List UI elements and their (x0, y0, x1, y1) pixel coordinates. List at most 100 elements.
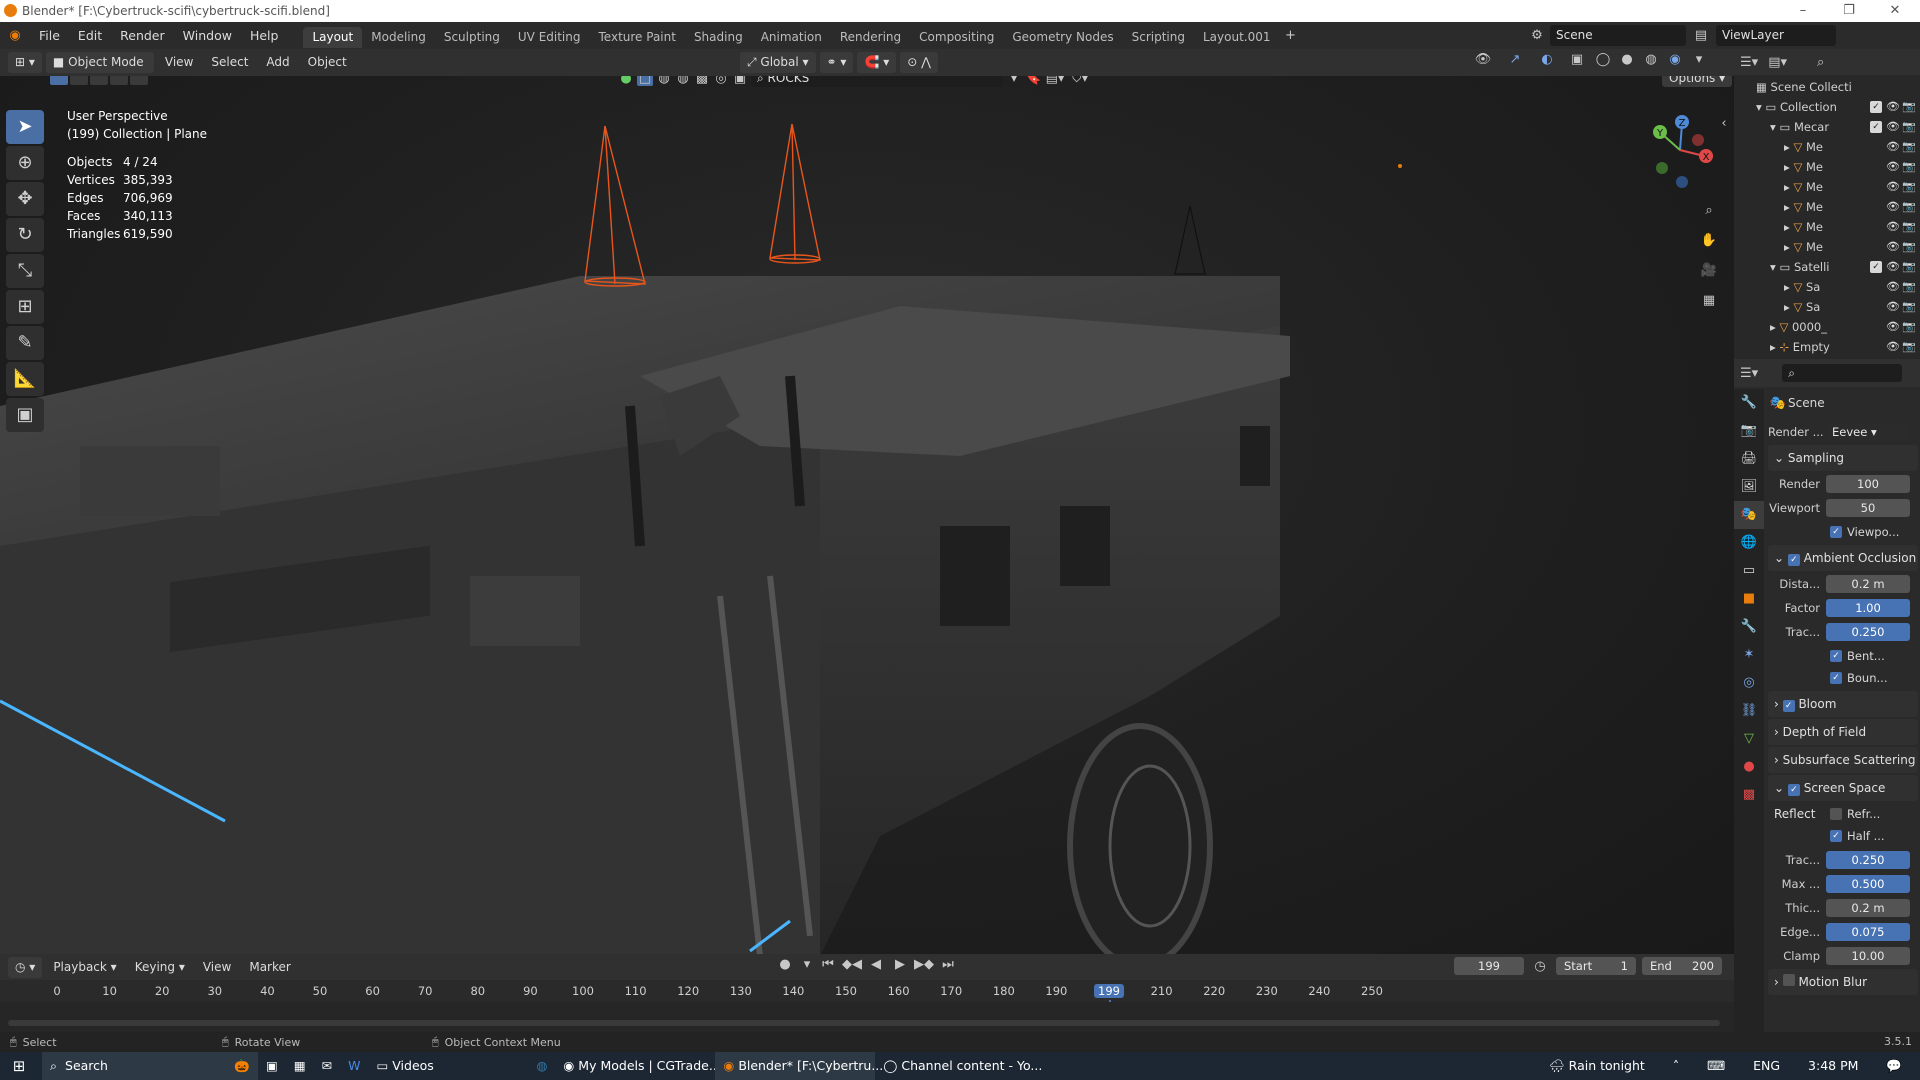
texture-tab-icon[interactable]: ▩ (1734, 781, 1764, 809)
outliner-item[interactable]: ▸ ▽ 0000_ 👁 📷 (1734, 317, 1920, 337)
constraints-tab-icon[interactable]: ⛓ (1734, 697, 1764, 725)
ssr-clamp-field[interactable]: 10.00 (1826, 947, 1910, 965)
taskbar-app-blender[interactable]: ◉ Blender* [F:\Cybertru... (715, 1052, 883, 1080)
select-extend-icon[interactable] (70, 76, 88, 85)
motion-blur-checkbox[interactable] (1782, 974, 1795, 986)
ao-factor-field[interactable]: 1.00 (1826, 599, 1910, 617)
tab-texture-paint[interactable]: Texture Paint (590, 27, 685, 48)
measure-tool-icon[interactable]: 📐 (6, 362, 44, 396)
close-window-button[interactable]: ✕ (1872, 0, 1918, 22)
language-indicator[interactable]: ENG (1745, 1052, 1788, 1080)
render-camera-icon[interactable]: 📷 (1902, 97, 1916, 117)
render-camera-icon[interactable]: 📷 (1902, 197, 1916, 217)
render-samples-field[interactable]: 100 (1826, 475, 1910, 493)
select-new-icon[interactable] (50, 76, 68, 85)
snap-toggle[interactable]: 🧲 ▾ (857, 52, 897, 73)
outliner-root[interactable]: ▦ Scene Collecti (1734, 77, 1920, 97)
motion-blur-section-header[interactable]: › Motion Blur (1768, 969, 1918, 995)
ssr-enable-checkbox[interactable]: ✓ (1787, 784, 1800, 796)
tab-uv-editing[interactable]: UV Editing (509, 27, 590, 48)
visibility-eye-icon[interactable]: 👁 (1886, 117, 1900, 137)
taskbar-app-chrome[interactable]: ◉ My Models | CGTrade... (555, 1052, 720, 1080)
render-camera-icon[interactable]: 📷 (1902, 157, 1916, 177)
menu-object[interactable]: Object (301, 52, 354, 73)
camera-view-icon[interactable]: 🎥 (1696, 256, 1722, 286)
visibility-eye-icon[interactable]: 👁 (1886, 257, 1900, 277)
bloom-enable-checkbox[interactable]: ✓ (1782, 700, 1795, 712)
outliner-editor-icon[interactable]: ☰▾ (1740, 55, 1758, 70)
end-frame-field[interactable]: End 200 (1642, 957, 1722, 975)
bloom-section-header[interactable]: › ✓ Bloom (1768, 691, 1918, 717)
select-subtract-icon[interactable] (90, 76, 108, 85)
shading-solid-icon[interactable]: ● (1618, 52, 1636, 67)
outliner-item[interactable]: ▸ ▽ Me 👁 📷 (1734, 237, 1920, 257)
taskbar-app-videos[interactable]: ▭ Videos (368, 1052, 528, 1080)
menu-help[interactable]: Help (241, 22, 288, 49)
shading-options-icon[interactable]: ▾ (1690, 52, 1708, 67)
ao-distance-field[interactable]: 0.2 m (1826, 575, 1910, 593)
outliner-search-icon[interactable]: ⌕ (1817, 55, 1824, 70)
menu-edit[interactable]: Edit (69, 22, 111, 49)
taskbar-search-box[interactable]: ⌕ Search 🎃 (42, 1052, 258, 1080)
keyboard-icon[interactable]: ⌨ (1699, 1052, 1733, 1080)
ortho-toggle-icon[interactable]: ▦ (1696, 286, 1722, 316)
3d-viewport[interactable]: ● □ ◍ ◍ ▩ ◎ ▣ ⌕ ROCKS ▾ 🔖 ▤▾ ⛉▾ Options … (0, 76, 1734, 954)
scene-name-field[interactable]: Scene (1550, 25, 1686, 46)
menu-render[interactable]: Render (111, 22, 174, 49)
ssr-edge-field[interactable]: 0.075 (1826, 923, 1910, 941)
transform-tool-icon[interactable]: ⊞ (6, 290, 44, 324)
tab-animation[interactable]: Animation (752, 27, 831, 48)
ao-enable-checkbox[interactable]: ✓ (1787, 554, 1800, 566)
editor-type-button[interactable]: ⊞ ▾ (8, 52, 42, 73)
tool-tab-icon[interactable]: 🔧 (1734, 389, 1764, 417)
visibility-eye-icon[interactable]: 👁 (1886, 297, 1900, 317)
pivot-dropdown[interactable]: ⚭ ▾ (819, 52, 854, 73)
visibility-eye-icon[interactable]: 👁 (1886, 137, 1900, 157)
play-icon[interactable]: ▶ (890, 957, 910, 972)
particles-tab-icon[interactable]: ✶ (1734, 641, 1764, 669)
render-camera-icon[interactable]: 📷 (1902, 257, 1916, 277)
material-tab-icon[interactable]: ● (1734, 753, 1764, 781)
outliner-item[interactable]: ▸ ⊹ Empty 👁 📷 (1734, 337, 1920, 357)
pan-hand-icon[interactable]: ✋ (1696, 226, 1722, 256)
tab-layout-001[interactable]: Layout.001 (1194, 27, 1280, 48)
add-cube-tool-icon[interactable]: ▣ (6, 398, 44, 432)
render-camera-icon[interactable]: 📷 (1902, 277, 1916, 297)
viewlayer-name-field[interactable]: ViewLayer (1716, 25, 1836, 46)
mode-dropdown[interactable]: ■ Object Mode ▾ (45, 52, 154, 90)
render-camera-icon[interactable]: 📷 (1902, 237, 1916, 257)
edge-app-icon[interactable]: ◍ (528, 1052, 555, 1080)
annotate-tool-icon[interactable]: ✎ (6, 326, 44, 360)
notification-icon[interactable]: 💬 (1878, 1052, 1910, 1080)
navigation-gizmo[interactable]: Z X Y (1640, 108, 1720, 188)
sidebar-toggle-icon[interactable]: ‹ (1718, 116, 1730, 131)
menu-marker[interactable]: Marker (242, 957, 297, 978)
render-engine-dropdown[interactable]: Eevee ▾ (1826, 423, 1910, 441)
exclude-checkbox[interactable]: ✓ (1870, 261, 1882, 273)
visibility-eye-icon[interactable]: 👁 (1886, 97, 1900, 117)
exclude-checkbox[interactable]: ✓ (1870, 121, 1882, 133)
tab-sculpting[interactable]: Sculpting (435, 27, 509, 48)
visibility-eye-icon[interactable]: 👁 (1886, 157, 1900, 177)
keying-dropdown-icon[interactable]: ▾ (800, 957, 814, 972)
windows-start-icon[interactable]: ⊞ (0, 1052, 38, 1080)
collection-tab-icon[interactable]: ▭ (1734, 557, 1764, 585)
filter-funnel-icon[interactable]: ⛉▾ (1069, 76, 1091, 86)
display-mode-icon[interactable]: ▤▾ (1768, 55, 1787, 70)
render-camera-icon[interactable]: 📷 (1902, 137, 1916, 157)
menu-keying[interactable]: Keying ▾ (128, 957, 192, 978)
select-tool-icon[interactable]: ➤ (6, 110, 44, 144)
shading-rendered-icon[interactable]: ◉ (1666, 52, 1684, 67)
output-tab-icon[interactable]: 🖨 (1734, 445, 1764, 473)
modifier-tab-icon[interactable]: 🔧 (1734, 613, 1764, 641)
visibility-eye-icon[interactable]: 👁 (1886, 337, 1900, 357)
render-tab-icon[interactable]: 📷 (1734, 417, 1764, 445)
outliner-item[interactable]: ▾ ▭ Satelli ✓ 👁 📷 (1734, 257, 1920, 277)
ao-bent-normals-checkbox[interactable]: ✓ Bent... (1768, 645, 1918, 667)
calendar-app-icon[interactable]: ▦ (286, 1052, 314, 1080)
physics-tab-icon[interactable]: ◎ (1734, 669, 1764, 697)
clock[interactable]: 3:48 PM (1800, 1052, 1866, 1080)
data-tab-icon[interactable]: ▽ (1734, 725, 1764, 753)
tab-shading[interactable]: Shading (685, 27, 752, 48)
shading-material-icon[interactable]: ◍ (1642, 52, 1660, 67)
